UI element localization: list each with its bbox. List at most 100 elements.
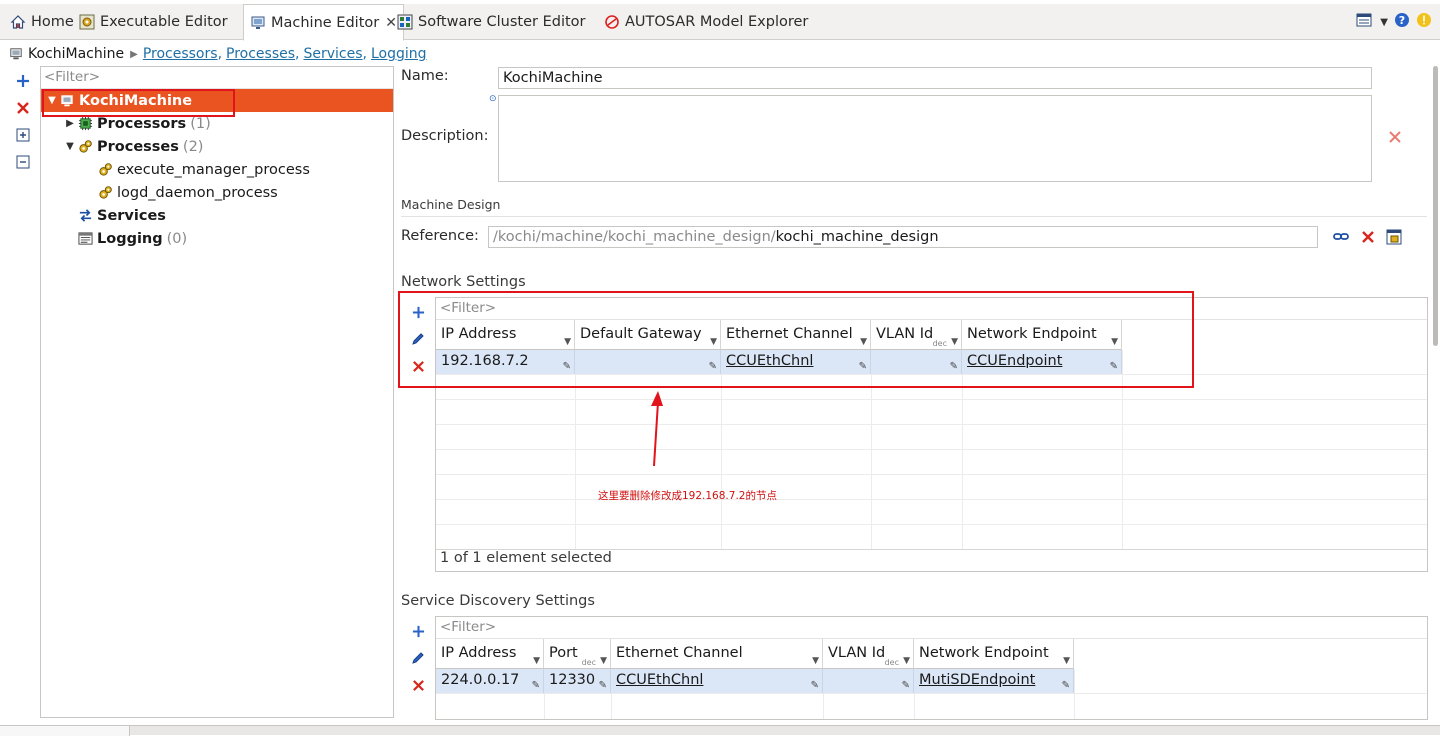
description-textarea[interactable] (498, 95, 1372, 182)
bottom-panel-bar (0, 725, 1440, 736)
name-label: Name: (401, 68, 449, 84)
browse-reference-button[interactable] (1386, 229, 1402, 249)
tree-node-count: (1) (190, 115, 211, 132)
clear-description-button[interactable] (1388, 130, 1402, 148)
network-settings-title: Network Settings (401, 274, 526, 290)
cell-port[interactable]: 12330 ✎ (544, 669, 611, 693)
clear-reference-button[interactable] (1361, 230, 1375, 248)
cell-ethernet-channel[interactable]: CCUEthChnl ✎ (611, 669, 823, 693)
cell-network-endpoint[interactable]: MutiSDEndpoint ✎ (914, 669, 1074, 693)
annotation-arrow (651, 391, 663, 467)
chevron-right-icon: ▶ (130, 48, 138, 60)
name-input[interactable]: KochiMachine (498, 67, 1372, 89)
tree-node-services[interactable]: Services (77, 204, 166, 227)
pencil-icon: ✎ (531, 680, 540, 691)
annotation-highlight-box (42, 89, 235, 117)
collapse-all-button[interactable] (12, 151, 34, 173)
svg-text:?: ? (1399, 14, 1405, 27)
filter-icon[interactable]: ▼ (903, 657, 910, 666)
filter-icon[interactable]: ▼ (812, 657, 819, 666)
tab-home[interactable]: Home (10, 4, 74, 40)
gears-icon (97, 162, 113, 178)
view-menu-icon[interactable] (1356, 12, 1374, 32)
decimal-format-label: dec (581, 658, 596, 667)
tree-filter-input[interactable]: <Filter> (41, 67, 393, 89)
expand-all-button[interactable] (12, 124, 34, 146)
browse-icon (1386, 229, 1402, 245)
pencil-icon: ✎ (598, 680, 607, 691)
reference-name: kochi_machine_design (775, 229, 939, 245)
tree-node-logging[interactable]: Logging (0) (77, 227, 187, 250)
filter-icon[interactable]: ▼ (533, 657, 540, 666)
add-sd-button[interactable] (408, 621, 428, 641)
column-header-network-endpoint[interactable]: Network Endpoint ▼ (914, 639, 1074, 669)
breadcrumb-link-services[interactable]: Services (303, 46, 362, 62)
pencil-icon: ✎ (1061, 680, 1070, 691)
chevron-down-icon[interactable]: ▼ (1380, 17, 1388, 28)
delete-icon (1389, 131, 1401, 143)
tree-node-execute-manager-process[interactable]: execute_manager_process (97, 158, 310, 181)
tab-toolbar: ▼ ? (1356, 4, 1432, 40)
cell-ip[interactable]: 224.0.0.17 ✎ (436, 669, 544, 693)
editor-tab-bar: Home Executable Editor Machine Editor ✕ … (0, 4, 1440, 41)
section-divider (401, 216, 1427, 217)
cell-vlan[interactable]: ✎ (823, 669, 914, 693)
column-header-port[interactable]: Port dec ▼ (544, 639, 611, 669)
delete-sd-button[interactable] (408, 675, 428, 695)
delete-icon (412, 679, 424, 691)
tab-machine-editor[interactable]: Machine Editor ✕ (243, 4, 404, 41)
log-icon (77, 231, 93, 247)
table-row[interactable]: 224.0.0.17 ✎ 12330 ✎ CCUEthChnl ✎ ✎ MutiSDE… (436, 669, 1074, 693)
machine-design-section-title: Machine Design (401, 197, 501, 212)
column-header-ip[interactable]: IP Address ▼ (436, 639, 544, 669)
reference-input[interactable]: /kochi/machine/kochi_machine_design/koch… (488, 226, 1318, 248)
warning-icon[interactable] (1416, 12, 1432, 32)
breadcrumb-root[interactable]: KochiMachine (28, 46, 124, 62)
plus-icon (17, 75, 29, 87)
breadcrumb-link-logging[interactable]: Logging (371, 46, 427, 62)
sd-filter-input[interactable]: <Filter> (436, 617, 1427, 639)
tab-executable-editor-label: Executable Editor (100, 14, 228, 30)
column-header-vlan[interactable]: VLAN Id dec ▼ (823, 639, 914, 669)
breadcrumb-link-processors[interactable]: Processors (143, 46, 218, 62)
gears-icon (77, 139, 93, 155)
delete-button[interactable] (12, 97, 34, 119)
chevron-right-icon[interactable]: ▶ (63, 118, 77, 129)
machine-icon (8, 46, 24, 62)
pencil-icon: ✎ (901, 680, 910, 691)
tab-software-cluster-editor[interactable]: Software Cluster Editor (397, 4, 586, 40)
close-icon[interactable]: ✕ (385, 15, 397, 31)
chevron-down-icon[interactable]: ▼ (63, 141, 77, 152)
tab-autosar-model-explorer[interactable]: AUTOSAR Model Explorer (604, 4, 808, 40)
machine-tree-panel: <Filter> ▼ KochiMachine ▶ Processors (1)… (40, 66, 394, 718)
tree-node-label: Logging (97, 230, 163, 247)
tree-node-label: Processes (97, 138, 179, 155)
reference-path: /kochi/machine/kochi_machine_design/ (493, 229, 776, 245)
home-icon (10, 14, 26, 30)
link-reference-button[interactable] (1333, 230, 1349, 248)
link-icon (1333, 233, 1349, 240)
pencil-icon: ✎ (810, 680, 819, 691)
column-header-ethernet-channel[interactable]: Ethernet Channel ▼ (611, 639, 823, 669)
gears-icon (97, 185, 113, 201)
tab-executable-editor[interactable]: Executable Editor (79, 4, 228, 40)
vertical-scrollbar[interactable] (1433, 66, 1438, 346)
filter-icon[interactable]: ▼ (600, 657, 607, 666)
add-button[interactable] (12, 70, 34, 92)
tree-node-processes[interactable]: ▼ Processes (2) (63, 135, 203, 158)
decimal-format-label: dec (884, 658, 899, 667)
collapse-all-icon (16, 155, 30, 169)
filter-icon[interactable]: ▼ (1063, 657, 1070, 666)
autosar-icon (604, 14, 620, 30)
tree-node-logd-daemon-process[interactable]: logd_daemon_process (97, 181, 278, 204)
tree-toolbar (12, 70, 36, 178)
help-icon[interactable]: ? (1394, 12, 1410, 32)
tab-home-label: Home (31, 14, 74, 30)
description-label: Description: (401, 128, 489, 144)
plus-icon (412, 625, 424, 637)
tree-node-label: execute_manager_process (117, 161, 310, 178)
edit-sd-button[interactable] (408, 648, 428, 668)
tree-node-count: (0) (166, 230, 188, 247)
breadcrumb-link-processes[interactable]: Processes (226, 46, 295, 62)
annotation-text: 这里要删除修改成192.168.7.2的节点 (598, 490, 777, 502)
